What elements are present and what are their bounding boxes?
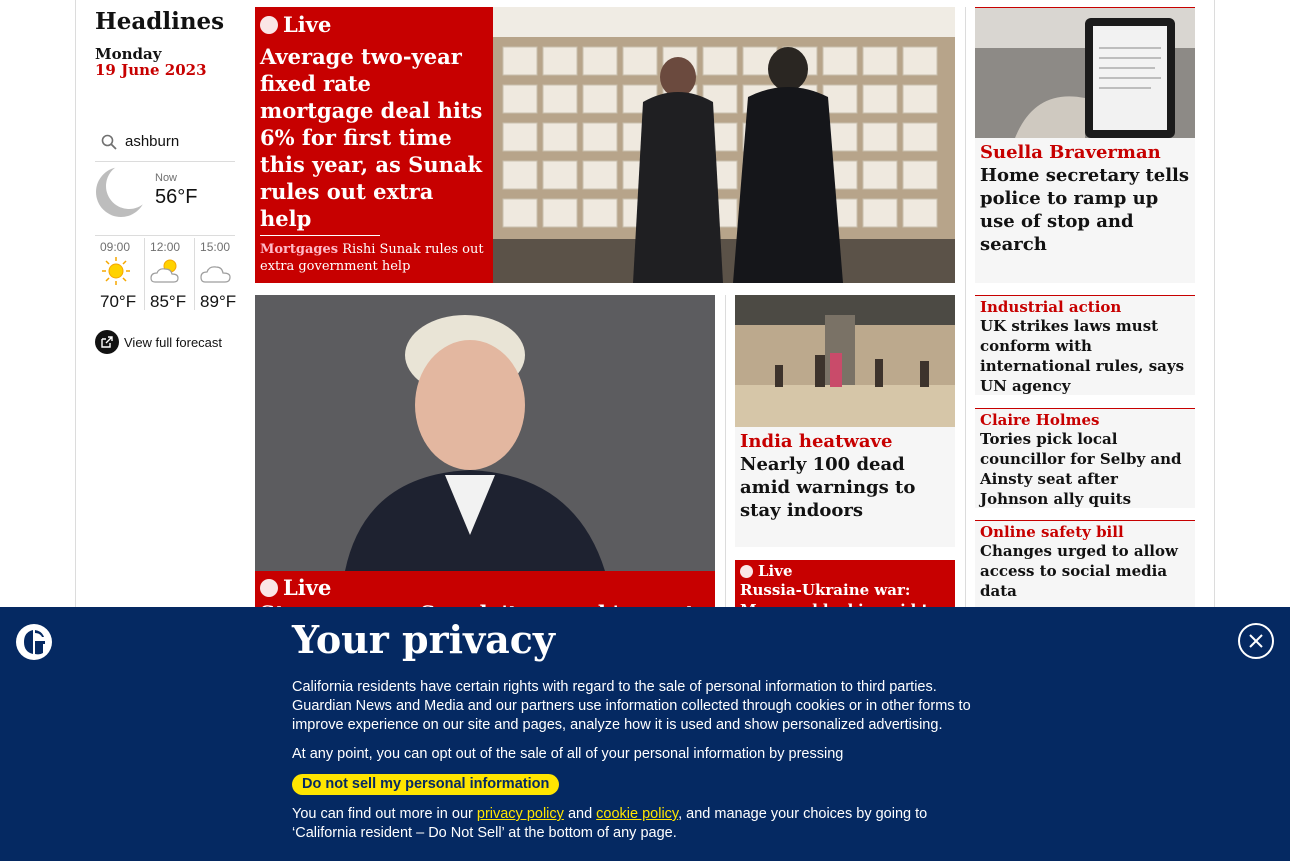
forecast-slot: 15:00 89°F [195, 238, 245, 311]
live-dot-icon [260, 578, 278, 597]
live-indicator: Live [260, 575, 331, 600]
lead-sublink[interactable]: Mortgages Rishi Sunak rules out extra go… [260, 241, 485, 275]
braverman-story[interactable]: Suella Braverman Home secretary tells po… [975, 7, 1195, 283]
johnson-story[interactable]: Live Starmer says Sunak 'too weak' as vo… [255, 295, 715, 626]
privacy-banner: Your privacy California residents have c… [0, 607, 1290, 861]
weather-location-search[interactable]: ashburn [95, 124, 235, 162]
privacy-body: California residents have certain rights… [292, 678, 992, 853]
guardian-logo-icon [16, 624, 52, 660]
view-full-forecast-link[interactable]: View full forecast [95, 330, 222, 354]
forecast-time: 15:00 [200, 240, 231, 254]
privacy-title: Your privacy [292, 617, 555, 662]
story-headline[interactable]: Changes urged to allow access to social … [980, 541, 1190, 601]
now-temperature: 56°F [155, 186, 198, 208]
story-kicker: Suella Braverman [980, 142, 1161, 163]
view-full-forecast-label[interactable]: View full forecast [124, 335, 222, 350]
sun-cloud-icon [150, 259, 179, 283]
day-label: Monday [95, 45, 162, 63]
live-indicator: Live [740, 562, 950, 580]
column-divider [725, 295, 726, 625]
story-kicker: Online safety bill [980, 523, 1124, 541]
forecast-time: 09:00 [100, 240, 131, 254]
sun-icon [102, 257, 130, 285]
live-dot-icon [260, 15, 278, 34]
story-headline[interactable]: UK strikes laws must conform with intern… [980, 316, 1190, 396]
moon-icon [96, 166, 147, 217]
now-label: Now [155, 172, 178, 184]
live-label: Live [758, 562, 793, 580]
story-card[interactable]: Claire Holmes Tories pick local councill… [975, 408, 1195, 508]
india-story-image[interactable] [735, 295, 955, 427]
live-label: Live [283, 575, 332, 600]
story-card[interactable]: Online safety bill Changes urged to allo… [975, 520, 1195, 620]
johnson-story-image[interactable] [255, 295, 715, 571]
privacy-paragraph: California residents have certain rights… [292, 679, 971, 733]
forecast-time: 12:00 [150, 240, 181, 254]
external-link-icon [95, 330, 119, 354]
story-headline[interactable]: Nearly 100 dead amid warnings to stay in… [735, 453, 955, 522]
lead-headline[interactable]: Average two-year fixed rate mortgage dea… [260, 43, 488, 232]
story-card[interactable]: Industrial action UK strikes laws must c… [975, 295, 1195, 395]
cloud-icon [200, 266, 231, 283]
story-kicker: Claire Holmes [980, 411, 1100, 429]
cookie-policy-link[interactable]: cookie policy [596, 806, 678, 822]
forecast-temp: 89°F [200, 292, 237, 311]
close-icon [1249, 634, 1263, 648]
forecast-temp: 70°F [100, 292, 137, 311]
section-title: Headlines [95, 8, 225, 35]
forecast-slot: 09:00 70°F [95, 238, 146, 311]
search-icon [101, 134, 117, 150]
live-indicator: Live [260, 12, 488, 37]
forecast-temp: 85°F [150, 292, 187, 311]
hourly-forecast: 09:00 70°F 12:00 85°F 15:00 89°F [95, 238, 245, 311]
braverman-story-image[interactable] [975, 8, 1195, 138]
close-button[interactable] [1238, 623, 1274, 659]
date-label: 19 June 2023 [95, 61, 207, 79]
sublink-divider [260, 235, 380, 236]
lead-story-image[interactable] [493, 7, 955, 283]
do-not-sell-button[interactable]: Do not sell my personal information [292, 774, 560, 795]
privacy-paragraph: At any point, you can opt out of the sal… [292, 746, 844, 762]
story-headline[interactable]: Home secretary tells police to ramp up u… [975, 164, 1195, 256]
story-headline[interactable]: Tories pick local councillor for Selby a… [980, 429, 1190, 509]
privacy-text: and [567, 806, 593, 822]
forecast-slot: 12:00 85°F [145, 238, 196, 311]
privacy-text: You can find out more in our [292, 806, 473, 822]
story-kicker: Industrial action [980, 298, 1122, 316]
left-column: Headlines Monday 19 June 2023 ashburn No… [95, 8, 236, 354]
lead-story[interactable]: Live Average two-year fixed rate mortgag… [255, 7, 955, 283]
column-divider [965, 7, 966, 627]
story-kicker: India heatwave [740, 431, 893, 452]
india-heatwave-story[interactable]: India heatwave Nearly 100 dead amid warn… [735, 295, 955, 547]
live-label: Live [283, 12, 332, 37]
lead-story-text: Live Average two-year fixed rate mortgag… [255, 7, 493, 283]
live-dot-icon [740, 564, 753, 578]
privacy-policy-link[interactable]: privacy policy [477, 806, 564, 822]
sublink-kicker: Mortgages [260, 242, 339, 257]
privacy-paragraph: You can find out more in our privacy pol… [292, 805, 992, 843]
weather-now: Now 56°F [95, 162, 235, 236]
location-text[interactable]: ashburn [125, 133, 179, 150]
